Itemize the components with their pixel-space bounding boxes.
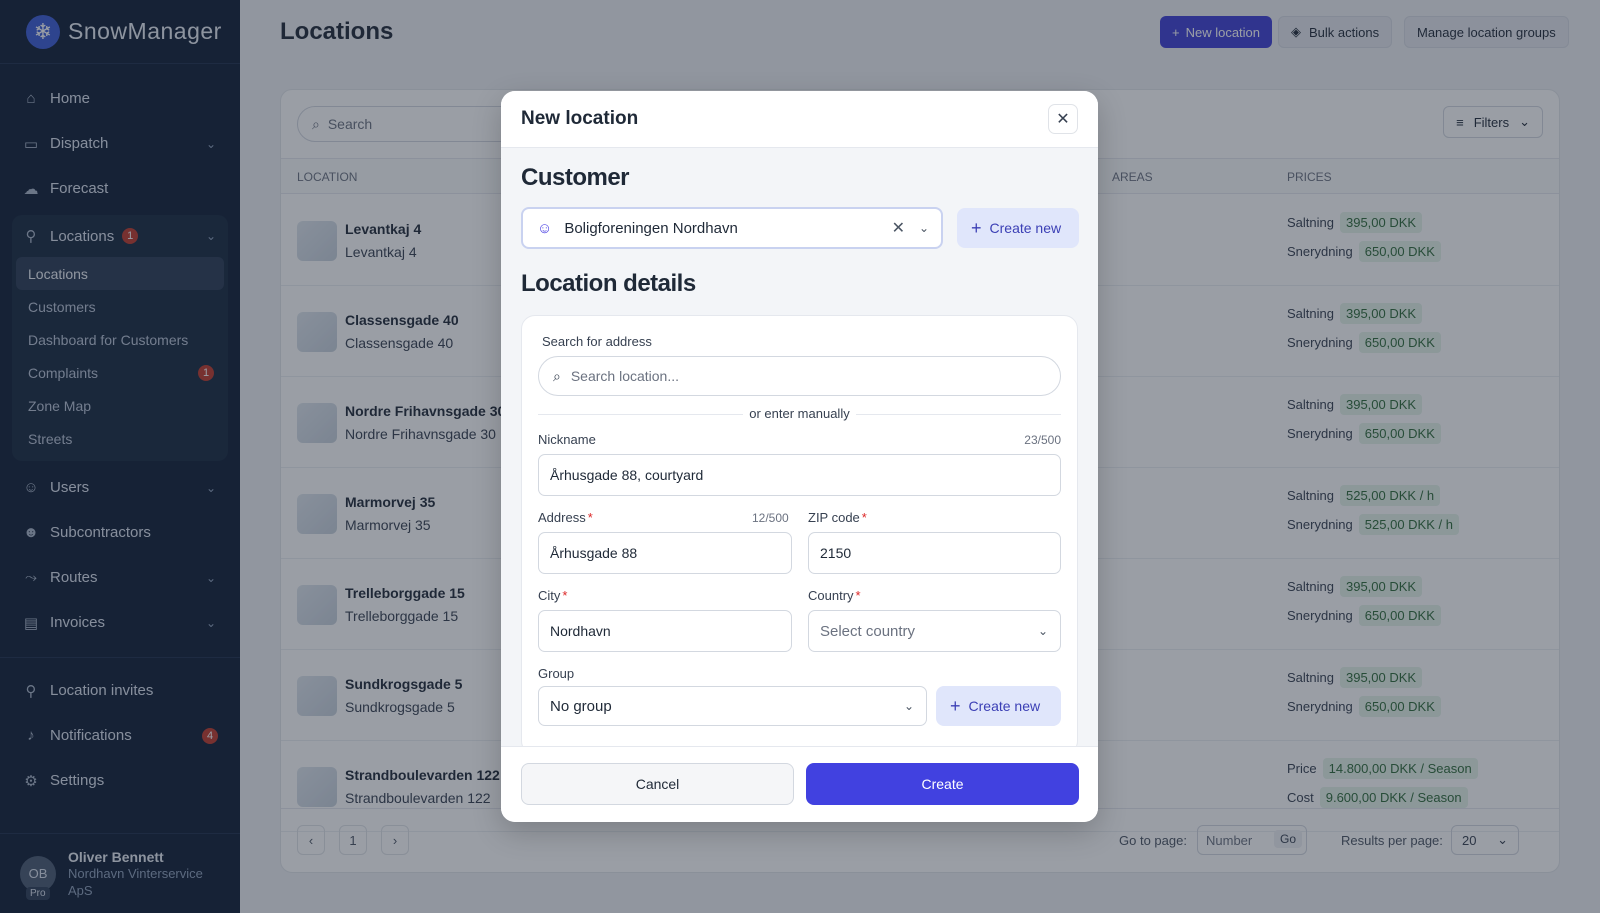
chevron-down-icon: ⌄	[918, 221, 929, 235]
plus-icon: +	[971, 217, 982, 238]
customer-value: Boligforeningen Nordhavn	[564, 219, 738, 237]
nickname-value: Århusgade 88, courtyard	[550, 467, 704, 483]
label-text: City	[538, 588, 561, 603]
cancel-button[interactable]: Cancel	[521, 763, 794, 805]
address-counter: 12/500	[752, 511, 789, 525]
location-details-card: Search for address ⌕ Search location... …	[521, 315, 1078, 755]
search-address-label: Search for address	[542, 334, 652, 349]
button-label: Create new	[989, 220, 1062, 236]
modal-footer: Cancel Create	[501, 746, 1098, 822]
nickname-counter: 23/500	[1024, 433, 1061, 447]
create-customer-button[interactable]: + Create new	[957, 208, 1079, 248]
address-field[interactable]: Århusgade 88	[538, 532, 792, 574]
chevron-down-icon: ⌄	[903, 699, 914, 713]
zip-value: 2150	[820, 545, 852, 561]
customer-heading: Customer	[521, 164, 630, 191]
location-details-heading: Location details	[521, 270, 696, 297]
clear-icon[interactable]: ✕	[892, 218, 905, 238]
address-label: Address *	[538, 510, 593, 525]
group-value: No group	[550, 697, 612, 715]
zip-field[interactable]: 2150	[808, 532, 1061, 574]
or-text: or enter manually	[743, 406, 856, 421]
close-button[interactable]: ✕	[1048, 104, 1078, 134]
country-select[interactable]: Select country ⌄	[808, 610, 1061, 652]
button-label: Create new	[968, 698, 1041, 714]
required-mark: *	[587, 510, 593, 525]
label-text: Country	[808, 588, 854, 603]
group-select[interactable]: No group ⌄	[538, 686, 927, 726]
city-label: City *	[538, 588, 567, 603]
nickname-label: Nickname	[538, 432, 596, 447]
person-icon: ☺	[537, 219, 553, 237]
required-mark: *	[855, 588, 861, 603]
search-placeholder: Search location...	[570, 368, 680, 384]
group-label: Group	[538, 666, 575, 681]
city-value: Nordhavn	[550, 623, 611, 639]
address-value: Århusgade 88	[550, 545, 638, 561]
required-mark: *	[861, 510, 867, 525]
customer-select[interactable]: ☺ Boligforeningen Nordhavn ✕ ⌄	[521, 207, 943, 249]
close-icon: ✕	[1056, 111, 1070, 128]
search-location-input[interactable]: ⌕ Search location...	[538, 356, 1061, 396]
chevron-down-icon: ⌄	[1037, 624, 1048, 638]
label-text: Address	[538, 510, 586, 525]
create-group-button[interactable]: + Create new	[936, 686, 1061, 726]
nickname-field[interactable]: Århusgade 88, courtyard	[538, 454, 1061, 496]
modal-header: New location ✕	[501, 91, 1098, 148]
create-button[interactable]: Create	[806, 763, 1079, 805]
city-field[interactable]: Nordhavn	[538, 610, 792, 652]
search-icon: ⌕	[553, 367, 561, 384]
required-mark: *	[562, 588, 568, 603]
new-location-modal: New location ✕ Customer ☺ Boligforeninge…	[501, 91, 1098, 822]
plus-icon: +	[950, 695, 961, 716]
label-text: ZIP code	[808, 510, 860, 525]
country-placeholder: Select country	[820, 622, 916, 640]
or-enter-manually: or enter manually	[522, 406, 1077, 421]
zip-label: ZIP code *	[808, 510, 867, 525]
country-label: Country *	[808, 588, 861, 603]
modal-title: New location	[521, 108, 639, 129]
